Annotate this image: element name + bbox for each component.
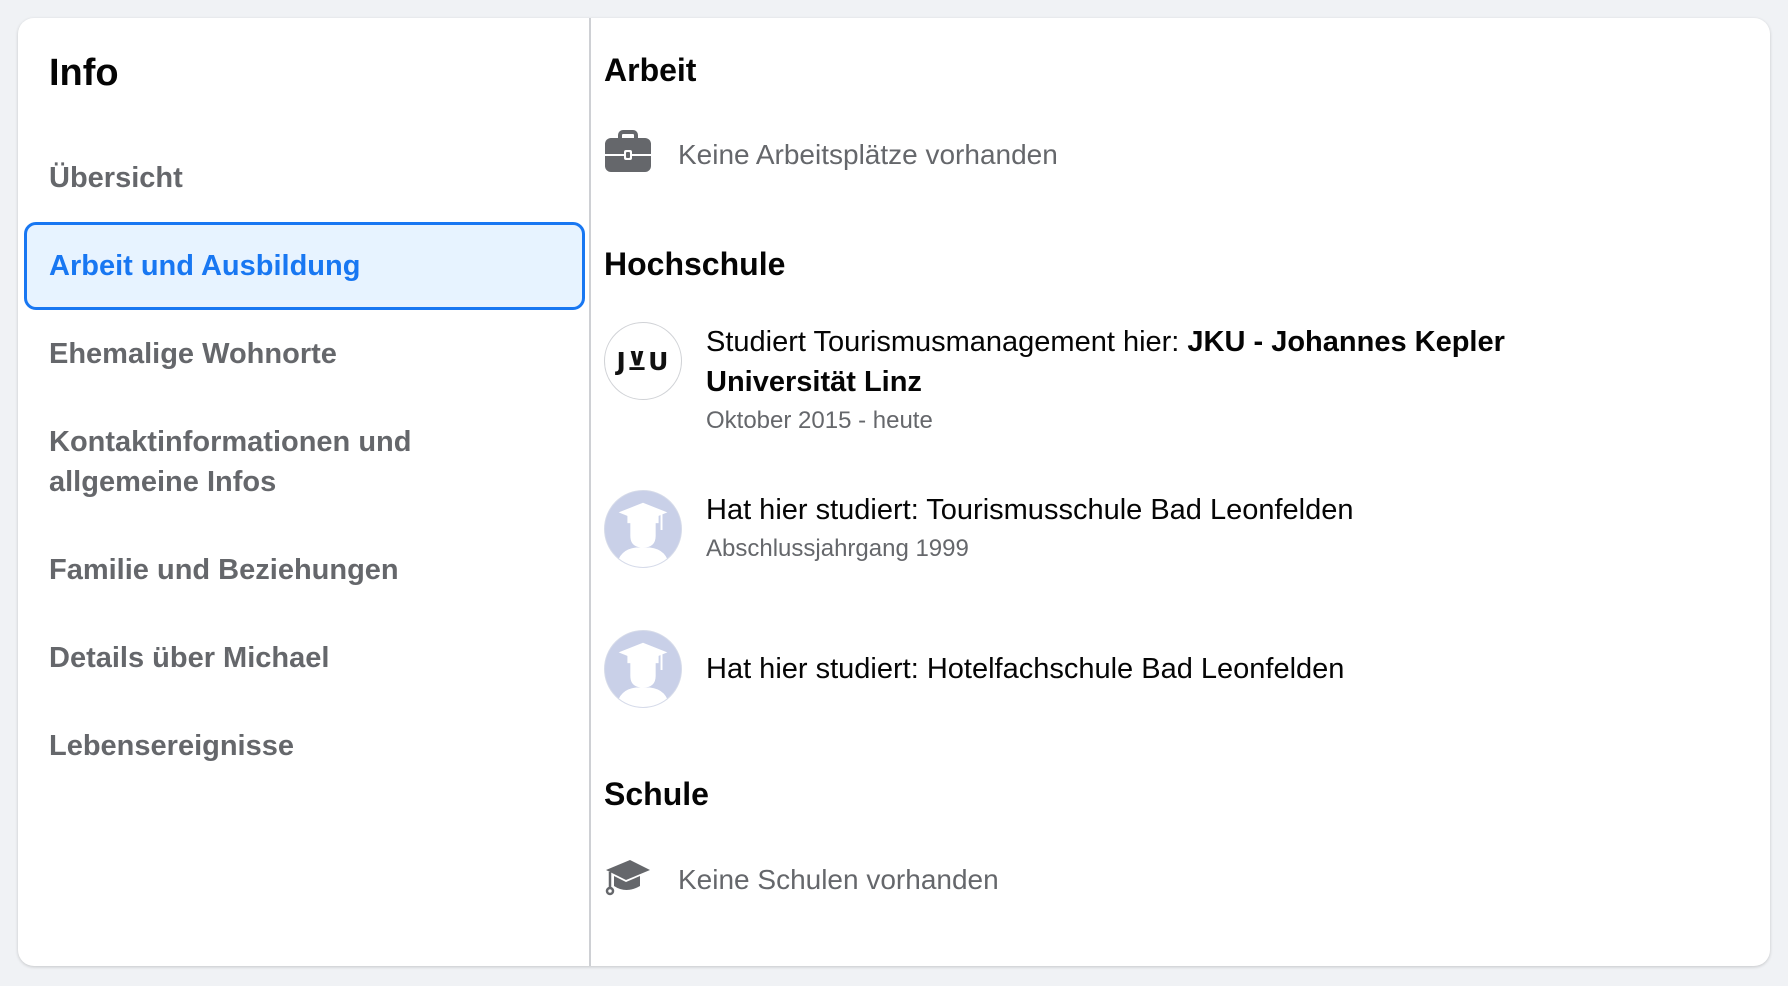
briefcase-icon xyxy=(604,130,652,179)
college-entry-prefix: Hat hier studiert: xyxy=(706,494,927,526)
about-sidebar: Info Übersicht Arbeit und Ausbildung Ehe… xyxy=(18,18,591,966)
college-entry-title: Hat hier studiert: Hotelfachschule Bad L… xyxy=(706,649,1586,689)
work-empty-row: Keine Arbeitsplätze vorhanden xyxy=(604,130,1058,179)
sidebar-item-places-lived[interactable]: Ehemalige Wohnorte xyxy=(24,310,585,398)
graduation-cap-icon xyxy=(604,854,652,905)
jku-logo-text: J⊻U xyxy=(616,346,670,376)
college-entry-date: Oktober 2015 - heute xyxy=(706,407,933,434)
graduate-placeholder-icon[interactable] xyxy=(604,490,682,568)
college-entry-year: Abschlussjahrgang 1999 xyxy=(706,535,969,562)
sidebar-item-details[interactable]: Details über Michael xyxy=(24,614,585,702)
sidebar-title: Info xyxy=(49,52,119,94)
college-entry-school-link[interactable]: Hotelfachschule Bad Leonfelden xyxy=(927,653,1345,685)
college-entry-prefix: Hat hier studiert: xyxy=(706,653,927,685)
college-heading: Hochschule xyxy=(604,246,786,282)
jku-logo[interactable]: J⊻U xyxy=(604,322,682,400)
college-entry-school-link[interactable]: Tourismusschule Bad Leonfelden xyxy=(926,494,1353,526)
school-empty-text: Keine Schulen vorhanden xyxy=(678,863,999,895)
sidebar-item-contact-info[interactable]: Kontaktinformationen und allgemeine Info… xyxy=(24,398,585,526)
graduate-placeholder-icon[interactable] xyxy=(604,630,682,708)
college-entry: Hat hier studiert: Tourismusschule Bad L… xyxy=(604,490,1586,568)
college-entry-prefix: Studiert Tourismusmanagement hier: xyxy=(706,326,1188,358)
sidebar-item-work-education[interactable]: Arbeit und Ausbildung xyxy=(24,222,585,310)
school-empty-row: Keine Schulen vorhanden xyxy=(604,854,999,905)
college-entry: J⊻U Studiert Tourismusmanagement hier: J… xyxy=(604,322,1586,438)
college-entry-title: Studiert Tourismusmanagement hier: JKU -… xyxy=(706,322,1586,402)
sidebar-item-overview[interactable]: Übersicht xyxy=(24,134,585,222)
sidebar-nav: Übersicht Arbeit und Ausbildung Ehemalig… xyxy=(18,134,589,790)
work-empty-text: Keine Arbeitsplätze vorhanden xyxy=(678,138,1058,170)
college-entry: Hat hier studiert: Hotelfachschule Bad L… xyxy=(604,630,1586,708)
sidebar-item-life-events[interactable]: Lebensereignisse xyxy=(24,702,585,790)
college-entry-title: Hat hier studiert: Tourismusschule Bad L… xyxy=(706,490,1586,530)
sidebar-item-family[interactable]: Familie und Beziehungen xyxy=(24,526,585,614)
work-heading: Arbeit xyxy=(604,52,697,88)
school-heading: Schule xyxy=(604,776,709,812)
